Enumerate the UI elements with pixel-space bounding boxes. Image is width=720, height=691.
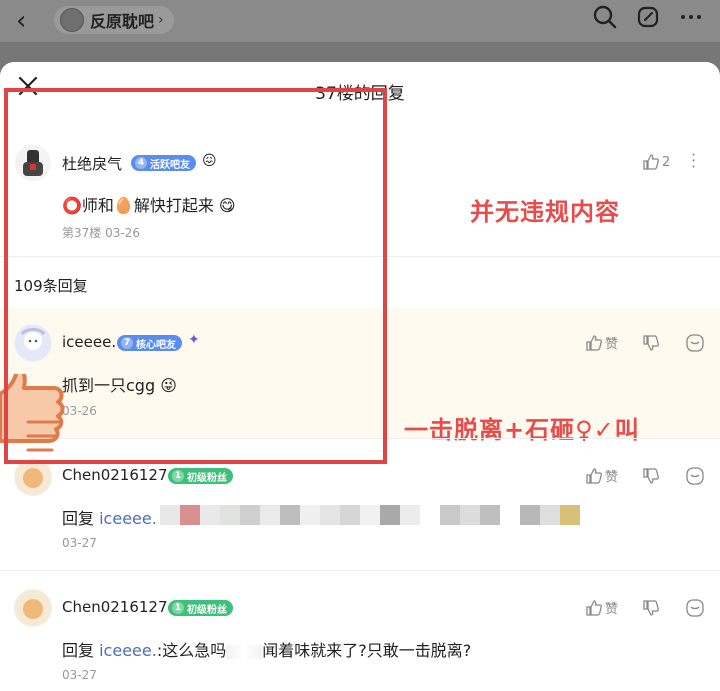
like-count: 2: [662, 154, 671, 170]
level-badge: 1 初级粉丝: [168, 468, 233, 484]
divider: [0, 570, 720, 571]
edit-icon[interactable]: [636, 5, 660, 29]
forum-name: 反原耽吧: [90, 12, 155, 31]
annotation-hit-and-run: 一击脱离+石砸♀✓叫: [404, 416, 640, 444]
avatar[interactable]: [14, 589, 52, 627]
like-button[interactable]: 2: [642, 153, 670, 171]
comment-icon[interactable]: [685, 333, 705, 353]
thumbs-down-icon[interactable]: [642, 467, 660, 485]
reply-content: 回复 iceeee.: [62, 509, 157, 528]
comment-icon[interactable]: [685, 598, 705, 618]
pixelated-content: [160, 505, 580, 525]
reply-date: 03-27: [62, 536, 97, 550]
reply-author[interactable]: Chen0216127: [62, 598, 168, 616]
search-icon[interactable]: [592, 4, 618, 30]
top-bar: ‹ 反原耽吧 ›: [0, 0, 720, 42]
chevron-right-icon: ›: [158, 12, 164, 28]
thumbs-up-icon: [643, 154, 659, 170]
thumbs-up-icon: [586, 467, 602, 484]
thumbs-up-icon: [586, 599, 602, 616]
forum-avatar: [60, 8, 84, 32]
level-badge: 1 初级粉丝: [168, 600, 233, 616]
comment-icon[interactable]: [685, 466, 705, 486]
like-button[interactable]: 赞: [585, 333, 618, 352]
kebab-icon[interactable]: · · ·: [691, 147, 696, 175]
reply-to-link[interactable]: iceeee.: [99, 641, 157, 660]
reply-to-link[interactable]: iceeee.: [99, 509, 157, 528]
annotation-no-violation: 并无违规内容: [470, 198, 620, 226]
annotation-frame: [4, 88, 387, 464]
blur-gap: [226, 644, 263, 659]
reply-sheet: 37楼的回复 杜绝戾气 4 活跃吧友 😖 2 · · · ⭕师和🥚解快打起来 😋 第3…: [0, 62, 720, 691]
thumbs-down-icon[interactable]: [642, 334, 660, 352]
forum-chip[interactable]: 反原耽吧 ›: [54, 6, 174, 34]
like-button[interactable]: 赞: [585, 598, 618, 617]
like-button[interactable]: 赞: [585, 466, 618, 485]
back-icon[interactable]: ‹: [16, 6, 26, 36]
thumbs-down-icon[interactable]: [642, 599, 660, 617]
reply-content: 回复 iceeee.:这么急吗 闻着味就来了?只敢一击脱离?: [62, 641, 472, 660]
thumbs-up-icon: [586, 334, 602, 351]
more-icon[interactable]: [678, 4, 704, 30]
reply-date: 03-27: [62, 668, 97, 682]
